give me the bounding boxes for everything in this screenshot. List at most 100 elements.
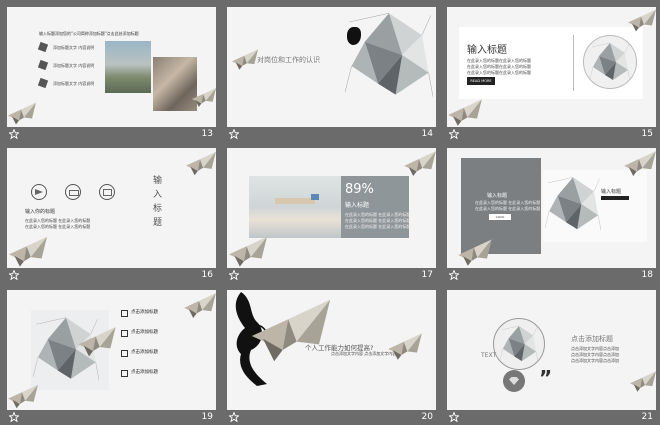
- slide-16-vertical-title: 输入标题: [153, 176, 163, 228]
- slide-15-footer: 15: [447, 127, 656, 142]
- polygon-sphere-illustration: [590, 42, 630, 82]
- slide-13-title: 输入标题添加您的"公司简称添加标题"点击此处添加标题: [39, 31, 139, 36]
- diamond-icon-circle: [503, 370, 525, 392]
- origami-crane-icon: [387, 330, 423, 362]
- slide-17-footer: 17: [227, 268, 436, 283]
- slide-15-line-1: 在此录入您的标题在此录入您的标题: [467, 58, 531, 63]
- slide-number: 19: [201, 412, 213, 422]
- dark-bar: [601, 196, 629, 200]
- cube-icon: [37, 59, 49, 71]
- slide-19: 点击添加标题 点击添加标题 点击添加标题 点击添加标题: [7, 290, 216, 410]
- origami-crane-icon: [191, 85, 216, 109]
- slide-number: 17: [421, 270, 433, 280]
- slide-17-title: 输入标题: [345, 202, 370, 209]
- slide-number: 13: [201, 129, 213, 139]
- mountain-photo: [105, 41, 151, 93]
- star-icon: [229, 412, 239, 422]
- checkbox-icon: [121, 310, 128, 317]
- send-icon: [31, 184, 47, 200]
- slide-thumbnail-15[interactable]: 输入标题 在此录入您的标题在此录入您的标题 在此录入您的标题在此录入您的标题 在…: [447, 7, 656, 142]
- slide-19-item-4: 点击添加标题: [131, 370, 158, 375]
- origami-crane-icon: [403, 148, 436, 178]
- origami-crane-icon: [227, 234, 269, 268]
- slide-thumbnail-21[interactable]: TEXT ” 点击添加标题 点击添加文字内容点击添加 点击添加文字内容点击添加 …: [447, 290, 656, 425]
- slide-16-subtitle: 输入你的标题: [25, 209, 56, 215]
- slide-19-item-2: 点击添加标题: [131, 330, 158, 335]
- slide-18: 输入标题 在此录入您的标题 在此录入您的标题 在此录入您的标题 在此录入您的标题…: [447, 148, 656, 268]
- slide-18-desc-1: 在此录入您的标题 在此录入您的标题: [475, 200, 541, 205]
- slide-13-item-1: 添加标题文字 内容说明: [53, 45, 95, 50]
- star-icon: [449, 412, 459, 422]
- slide-16-desc-1: 在此录入您的标题 在此录入您的标题: [25, 218, 91, 223]
- read-more-button[interactable]: READ MORE: [467, 77, 495, 85]
- origami-crane-icon: [7, 99, 37, 127]
- star-icon: [9, 270, 19, 280]
- slide-number: 16: [201, 270, 213, 280]
- origami-crane-icon: [447, 97, 483, 127]
- star-icon: [229, 270, 239, 280]
- slide-21-footer: 21: [447, 410, 656, 425]
- origami-crane-icon: [629, 368, 656, 394]
- slide-number: 15: [641, 129, 653, 139]
- circle-frame: [583, 35, 637, 89]
- slide-thumbnail-18[interactable]: 输入标题 在此录入您的标题 在此录入您的标题 在此录入您的标题 在此录入您的标题…: [447, 148, 656, 283]
- origami-crane-icon: [7, 234, 49, 268]
- star-icon: [9, 129, 19, 139]
- cube-icon: [37, 41, 49, 53]
- star-icon: [9, 412, 19, 422]
- slide-16: 输入标题 输入你的标题 在此录入您的标题 在此录入您的标题 在此录入您的标题 在…: [7, 148, 216, 268]
- slide-19-footer: 19: [7, 410, 216, 425]
- slide-13-item-2: 添加标题文字 内容说明: [53, 63, 95, 68]
- divider: [573, 35, 574, 91]
- slide-13-footer: 13: [7, 127, 216, 142]
- click-button[interactable]: CLICK: [489, 214, 511, 220]
- slide-21-desc-3: 点击添加文字内容点击添加: [571, 358, 619, 363]
- origami-crane-icon: [231, 47, 259, 71]
- slide-20-footer: 20: [227, 410, 436, 425]
- slide-19-item-3: 点击添加标题: [131, 350, 158, 355]
- slide-thumbnail-19[interactable]: 点击添加标题 点击添加标题 点击添加标题 点击添加标题 19: [7, 290, 216, 425]
- quote-mark: ”: [539, 366, 553, 390]
- slide-17-desc-3: 在此录入您的标题 在此录入您的标题: [345, 224, 411, 229]
- slide-thumbnail-13[interactable]: 输入标题添加您的"公司简称添加标题"点击此处添加标题 添加标题文字 内容说明 添…: [7, 7, 216, 142]
- polygon-sphere-illustration: [345, 11, 433, 99]
- slide-14-footer: 14: [227, 127, 436, 142]
- checkbox-icon: [121, 330, 128, 337]
- slide-thumbnail-20[interactable]: 个人工作能力如何提高? 点击添加文字内容 点击添加文字内容 20: [227, 290, 436, 425]
- slide-17-percentage: 89%: [345, 182, 374, 197]
- slide-16-desc-2: 在此录入您的标题 在此录入您的标题: [25, 224, 91, 229]
- slide-number: 18: [641, 270, 653, 280]
- slide-16-footer: 16: [7, 268, 216, 283]
- slide-20: 个人工作能力如何提高? 点击添加文字内容 点击添加文字内容: [227, 290, 436, 410]
- origami-crane-icon: [183, 290, 216, 320]
- slide-14-title: 对岗位和工作的认识: [257, 56, 320, 64]
- star-icon: [229, 129, 239, 139]
- origami-crane-icon: [623, 148, 656, 178]
- slide-18-right-title: 输入标题: [601, 189, 622, 195]
- slide-15: 输入标题 在此录入您的标题在此录入您的标题 在此录入您的标题在此录入您的标题 在…: [447, 7, 656, 127]
- monitor-icon: [99, 184, 115, 200]
- origami-crane-icon: [243, 294, 339, 364]
- cube-icon: [37, 77, 49, 89]
- polygon-sphere-illustration: [500, 325, 538, 363]
- slide-15-line-2: 在此录入您的标题在此录入您的标题: [467, 64, 531, 69]
- slide-number: 20: [421, 412, 433, 422]
- origami-crane-icon: [627, 7, 656, 33]
- origami-crane-icon: [7, 382, 39, 410]
- slide-14: 对岗位和工作的认识: [227, 7, 436, 127]
- slide-17-desc-1: 在此录入您的标题 在此录入您的标题: [345, 212, 411, 217]
- slide-17: 89% 输入标题 在此录入您的标题 在此录入您的标题 在此录入您的标题 在此录入…: [227, 148, 436, 268]
- slide-thumbnail-16[interactable]: 输入标题 输入你的标题 在此录入您的标题 在此录入您的标题 在此录入您的标题 在…: [7, 148, 216, 283]
- slide-21-desc-1: 点击添加文字内容点击添加: [571, 346, 619, 351]
- slide-15-line-3: 在此录入您的标题在此录入您的标题: [467, 70, 531, 75]
- slide-19-item-1: 点击添加标题: [131, 310, 158, 315]
- slide-thumbnail-17[interactable]: 89% 输入标题 在此录入您的标题 在此录入您的标题 在此录入您的标题 在此录入…: [227, 148, 436, 283]
- slide-18-desc-2: 在此录入您的标题 在此录入您的标题: [475, 206, 541, 211]
- slide-21: TEXT ” 点击添加标题 点击添加文字内容点击添加 点击添加文字内容点击添加 …: [447, 290, 656, 410]
- slide-18-footer: 18: [447, 268, 656, 283]
- slide-18-title: 输入标题: [487, 193, 508, 199]
- slide-thumbnail-14[interactable]: 对岗位和工作的认识 14: [227, 7, 436, 142]
- slide-number: 21: [641, 412, 653, 422]
- slide-21-circle-text: TEXT: [481, 352, 497, 359]
- checkbox-icon: [121, 350, 128, 357]
